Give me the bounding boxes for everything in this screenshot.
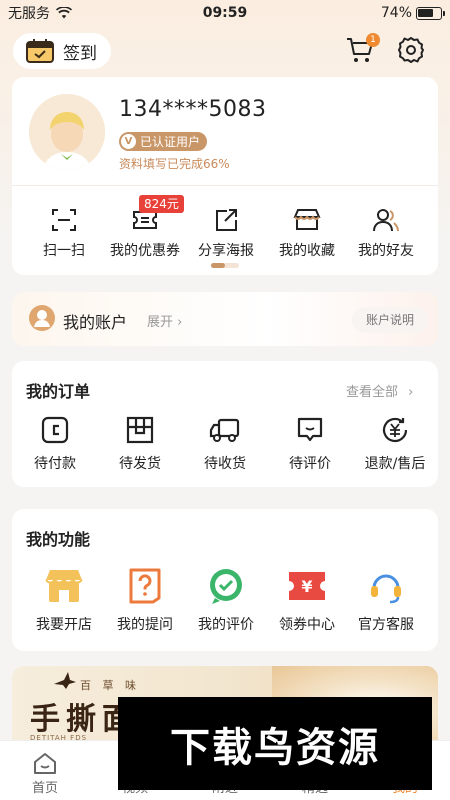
- signin-button[interactable]: 签到: [13, 33, 111, 69]
- question-icon: [129, 568, 161, 604]
- quick-action-label: 扫一扫: [43, 243, 85, 259]
- watermark-overlay: 下载鸟资源: [118, 697, 432, 790]
- battery-percent: 74%: [380, 5, 412, 21]
- functions-title: 我的功能: [26, 530, 91, 549]
- share-icon: [216, 209, 237, 231]
- package-icon: [126, 416, 154, 444]
- battery-icon: [416, 6, 445, 20]
- status-bar: 无服务 09:59 74%: [0, 0, 450, 26]
- comment-icon: [297, 417, 323, 442]
- quick-action-label: 我的好友: [358, 243, 414, 259]
- wallet-icon: [41, 416, 69, 444]
- account-card[interactable]: 我的账户 展开 › 账户说明: [12, 292, 438, 346]
- order-label: 待发货: [119, 456, 161, 472]
- avatar[interactable]: [29, 94, 105, 170]
- refund-icon: [382, 417, 408, 443]
- headset-icon: [371, 574, 401, 604]
- scan-icon: [52, 209, 76, 231]
- verified-label: 已认证用户: [140, 135, 201, 149]
- truck-icon: [209, 418, 240, 442]
- function-open-shop[interactable]: 我要开店: [22, 564, 106, 634]
- function-label: 领券中心: [279, 617, 335, 633]
- quick-action-share-poster[interactable]: 分享海报: [184, 204, 268, 260]
- verified-icon: V: [121, 134, 136, 149]
- order-label: 待评价: [289, 456, 331, 472]
- quick-action-label: 我的收藏: [279, 243, 335, 259]
- order-label: 退款/售后: [364, 456, 426, 472]
- function-my-reviews[interactable]: 我的评价: [184, 564, 268, 634]
- shop-icon: [293, 209, 321, 230]
- function-label: 我的提问: [117, 617, 173, 633]
- view-all-label: 查看全部: [346, 385, 399, 400]
- function-coupon-center[interactable]: ¥ 领券中心: [265, 564, 349, 634]
- home-icon: [34, 753, 56, 774]
- order-label: 待付款: [34, 456, 76, 472]
- order-label: 待收货: [204, 456, 246, 472]
- calendar-check-icon: [26, 39, 54, 63]
- quick-action-favorites[interactable]: 我的收藏: [265, 204, 349, 260]
- order-pending-review[interactable]: 待评价: [268, 413, 352, 473]
- order-pending-payment[interactable]: 待付款: [13, 413, 97, 473]
- tab-home[interactable]: 首页: [0, 749, 90, 796]
- account-expand-toggle[interactable]: 展开 ›: [147, 311, 182, 330]
- functions-card: 我的功能 我要开店 我的提问 我的评价 ¥ 领券中心 官方客服: [12, 509, 438, 651]
- quick-action-label: 我的优惠券: [110, 243, 180, 259]
- profile-card: 134****5083 V 已认证用户 资料填写已完成66% 扫一扫 我的优惠券…: [12, 77, 438, 275]
- bird-logo-icon: [54, 672, 76, 689]
- verified-badge: V 已认证用户: [119, 132, 208, 151]
- order-pending-shipment[interactable]: 待发货: [98, 413, 182, 473]
- signin-label: 签到: [63, 43, 97, 64]
- quick-action-friends[interactable]: 我的好友: [344, 204, 428, 260]
- page-indicator: [211, 263, 239, 268]
- profile-completion: 资料填写已完成66%: [119, 157, 230, 171]
- avatar-illustration: [29, 94, 105, 170]
- banner-brand: 百 草 味: [80, 679, 140, 692]
- gear-icon: [398, 37, 424, 63]
- coupon-yen-icon: ¥: [289, 572, 325, 600]
- account-expand-label: 展开: [147, 315, 174, 330]
- tab-label: 首页: [31, 781, 58, 796]
- store-icon: [45, 570, 83, 602]
- function-customer-service[interactable]: 官方客服: [344, 564, 428, 634]
- orders-view-all[interactable]: 查看全部 ›: [346, 381, 413, 400]
- coupon-amount-badge: 824元: [139, 195, 184, 213]
- orders-title: 我的订单: [26, 382, 91, 401]
- function-label: 我的评价: [198, 617, 254, 633]
- svg-text:¥: ¥: [301, 577, 312, 596]
- chevron-right-icon: ›: [408, 385, 414, 400]
- settings-button[interactable]: [396, 35, 426, 65]
- function-my-questions[interactable]: 我的提问: [103, 564, 187, 634]
- account-help-button[interactable]: 账户说明: [352, 307, 428, 333]
- quick-action-scan[interactable]: 扫一扫: [22, 204, 106, 260]
- review-check-icon: [210, 569, 242, 604]
- friends-icon: [373, 209, 399, 232]
- cart-badge: 1: [366, 33, 380, 47]
- chevron-right-icon: ›: [177, 315, 183, 330]
- cart-button[interactable]: 1: [345, 33, 380, 67]
- function-label: 我要开店: [36, 617, 92, 633]
- order-refund[interactable]: 退款/售后: [353, 413, 437, 473]
- order-pending-receipt[interactable]: 待收货: [183, 413, 267, 473]
- function-label: 官方客服: [358, 617, 414, 633]
- account-avatar-icon: [29, 305, 55, 331]
- quick-action-label: 分享海报: [198, 243, 254, 259]
- divider: [12, 185, 438, 186]
- orders-card: 我的订单 查看全部 › 待付款 待发货 待收货 待评价 退款/售后: [12, 361, 438, 487]
- phone-number: 134****5083: [119, 97, 267, 122]
- battery-status: 74%: [380, 5, 445, 21]
- account-title: 我的账户: [63, 313, 128, 332]
